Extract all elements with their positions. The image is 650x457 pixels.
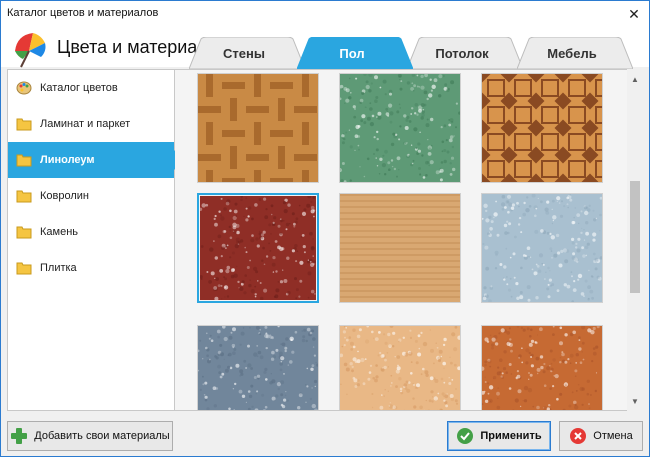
folder-icon (16, 152, 32, 168)
sidebar-item-label: Линолеум (40, 154, 95, 166)
material-tile[interactable] (197, 73, 319, 183)
sidebar-item-label: Ламинат и паркет (40, 118, 131, 130)
scrollbar-thumb[interactable] (630, 181, 640, 293)
material-tile[interactable] (197, 325, 319, 410)
tab-furniture-label: Мебель (547, 45, 597, 61)
sidebar-item-color-catalog[interactable]: Каталог цветов (8, 70, 174, 106)
vertical-scrollbar[interactable]: ▲ ▼ (627, 69, 643, 411)
tab-bar: Стены Потолок Мебель Пол (189, 37, 649, 69)
cancel-label: Отмена (593, 430, 633, 442)
title-bar: Каталог цветов и материалов ✕ (1, 1, 649, 27)
material-tile[interactable] (339, 325, 461, 410)
window-title: Каталог цветов и материалов (7, 7, 159, 19)
plus-icon (10, 427, 28, 445)
beige-marble-texture (340, 326, 460, 410)
sidebar-item-stone[interactable]: Камень (8, 214, 174, 250)
folder-icon (16, 224, 32, 240)
tab-walls[interactable]: Стены (189, 37, 305, 69)
materials-grid (175, 69, 643, 411)
parquet-herringbone-texture (198, 74, 318, 182)
tab-walls-label: Стены (223, 45, 265, 61)
material-tile[interactable] (339, 73, 461, 183)
cancel-button[interactable]: Отмена (559, 421, 643, 451)
sidebar-item-label: Камень (40, 226, 79, 238)
sidebar-item-label: Плитка (40, 262, 77, 274)
tab-floor-label: Пол (339, 45, 365, 61)
octagon-pattern-texture (482, 74, 602, 182)
folder-icon (16, 188, 32, 204)
folder-icon (16, 260, 32, 276)
apply-label: Применить (480, 430, 542, 442)
light-blue-marble-texture (482, 194, 602, 302)
check-icon (456, 427, 474, 445)
scroll-down-icon[interactable]: ▼ (627, 393, 643, 409)
category-sidebar: Каталог цветов Ламинат и паркет Линолеум… (7, 69, 184, 411)
material-tile[interactable] (339, 193, 461, 303)
sidebar-item-carpet[interactable]: Ковролин (8, 178, 174, 214)
close-button[interactable]: ✕ (619, 1, 649, 27)
red-speckled-texture (200, 196, 316, 300)
material-tile[interactable] (481, 193, 603, 303)
tab-furniture[interactable]: Мебель (517, 37, 633, 69)
material-tile[interactable] (197, 193, 319, 303)
tab-ceiling-label: Потолок (435, 45, 489, 61)
light-wood-plank-texture (340, 194, 460, 302)
scroll-up-icon[interactable]: ▲ (627, 71, 643, 87)
sidebar-item-linoleum[interactable]: Линолеум (8, 142, 184, 178)
grey-blue-marble-texture (198, 326, 318, 410)
tab-ceiling[interactable]: Потолок (407, 37, 523, 69)
palette-icon (16, 80, 32, 96)
material-tile[interactable] (481, 325, 603, 410)
folder-icon (16, 116, 32, 132)
sidebar-item-tile[interactable]: Плитка (8, 250, 174, 286)
tab-floor[interactable]: Пол (297, 37, 413, 69)
add-materials-button[interactable]: Добавить свои материалы (7, 421, 173, 451)
material-tile[interactable] (481, 73, 603, 183)
app-window: Каталог цветов и материалов ✕ Цвета и ма… (0, 0, 650, 457)
apply-button[interactable]: Применить (447, 421, 551, 451)
sidebar-item-label: Ковролин (40, 190, 90, 202)
sidebar-item-label: Каталог цветов (40, 82, 118, 94)
cancel-icon (569, 427, 587, 445)
sidebar-item-laminate[interactable]: Ламинат и паркет (8, 106, 174, 142)
umbrella-icon (9, 29, 49, 69)
terracotta-marble-texture (482, 326, 602, 410)
green-granite-texture (340, 74, 460, 182)
add-materials-label: Добавить свои материалы (34, 430, 170, 442)
